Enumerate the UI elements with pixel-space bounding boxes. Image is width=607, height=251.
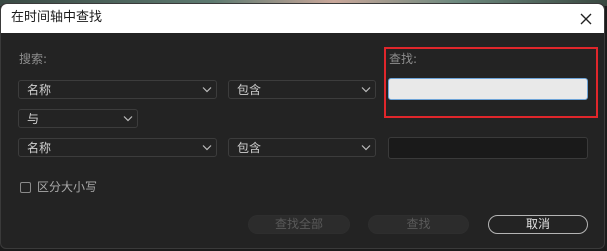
case-sensitive-checkbox[interactable]	[20, 182, 31, 193]
conjunction-select[interactable]: 与	[18, 109, 138, 128]
close-icon	[580, 13, 592, 25]
close-button[interactable]	[577, 10, 595, 28]
chevron-down-icon	[202, 87, 212, 93]
field-select-2-value: 名称	[27, 141, 52, 155]
operator-select-2[interactable]: 包含	[228, 138, 376, 157]
title-bar: 在时间轴中查找	[1, 4, 604, 33]
find-label: 查找:	[389, 52, 418, 66]
dialog-title: 在时间轴中查找	[11, 10, 103, 25]
find-text-input-2[interactable]	[388, 137, 588, 159]
search-label: 搜索:	[19, 52, 48, 66]
field-select-2[interactable]: 名称	[18, 138, 217, 157]
cancel-button[interactable]: 取消	[488, 215, 588, 234]
find-text-input-1[interactable]	[388, 78, 588, 100]
case-sensitive-label: 区分大小写	[37, 180, 98, 194]
chevron-down-icon	[202, 145, 212, 151]
chevron-down-icon	[361, 87, 371, 93]
conjunction-select-value: 与	[27, 112, 40, 126]
operator-select-1[interactable]: 包含	[228, 80, 376, 99]
field-select-1-value: 名称	[27, 83, 52, 97]
operator-select-1-value: 包含	[237, 83, 262, 97]
find-button[interactable]: 查找	[368, 215, 469, 234]
chevron-down-icon	[123, 116, 133, 122]
operator-select-2-value: 包含	[237, 141, 262, 155]
chevron-down-icon	[361, 145, 371, 151]
find-all-button[interactable]: 查找全部	[248, 215, 350, 234]
find-in-timeline-dialog: 在时间轴中查找 搜索: 查找: 名称 包含 与 名称 包含 区分大小写 查找全部…	[0, 3, 605, 249]
field-select-1[interactable]: 名称	[18, 80, 217, 99]
